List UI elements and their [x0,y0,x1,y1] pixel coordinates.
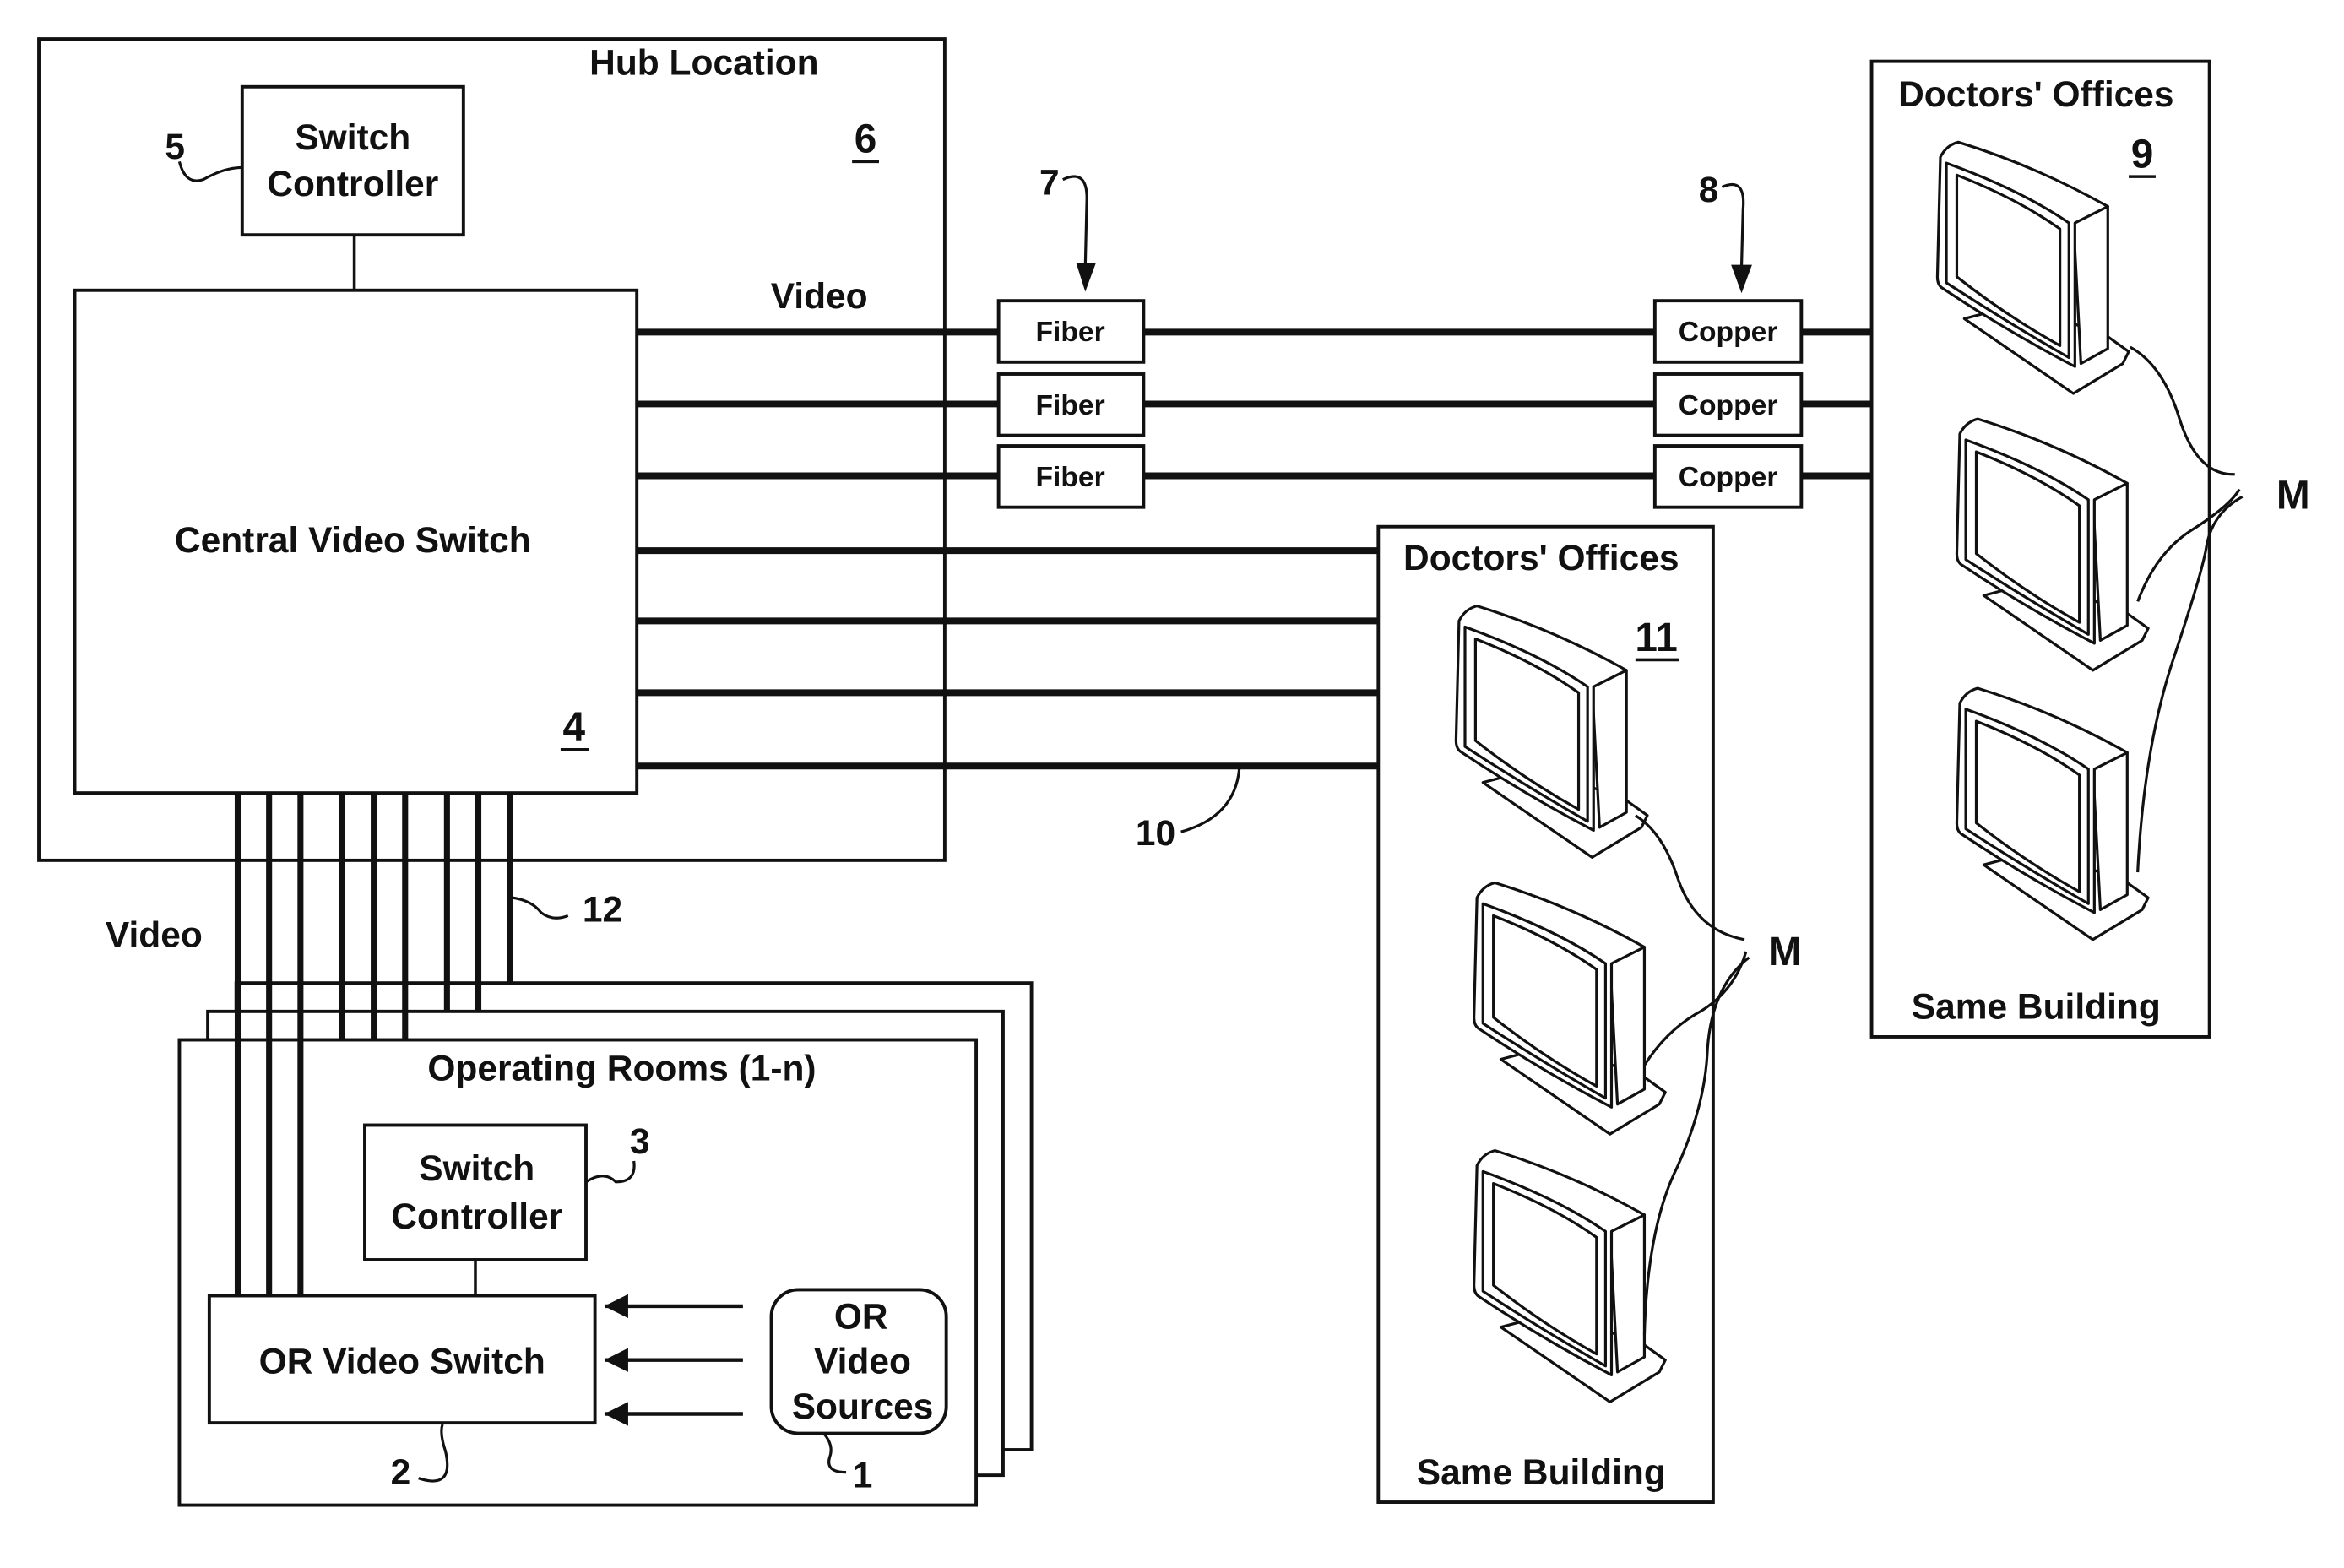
ref-3-label: 3 [630,1122,650,1162]
or-switch-controller-line1: Switch [419,1149,534,1189]
video-output-label: Video [771,277,868,317]
ref-8-label: 8 [1699,171,1719,210]
copper-converters: 8 Copper Copper Copper [1652,171,1804,509]
or-video-sources-line3: Sources [792,1387,934,1427]
fiber-box-2-label: Fiber [1036,390,1105,421]
ref-1-label: 1 [853,1456,873,1495]
ref-2-label: 2 [391,1453,411,1493]
ref-8-leader [1721,182,1745,267]
ref-4-label: 4 [563,705,586,750]
hub-ref-label: 6 [855,117,877,162]
copper-box-2-label: Copper [1679,390,1778,421]
ref-9-label: 9 [2131,132,2154,176]
ref-12-label: 12 [583,891,622,930]
doctors-offices-local-title: Doctors' Offices [1403,539,1679,578]
ref-7-label: 7 [1039,163,1060,203]
video-distribution-diagram: Hub Location 6 Switch Controller 5 Centr… [37,37,2310,1507]
copper-box-1-label: Copper [1679,317,1778,348]
fiber-box-3-label: Fiber [1036,462,1105,493]
or-video-switch-label: OR Video Switch [259,1343,545,1382]
ref-7-leader [1062,175,1088,267]
operating-rooms: Operating Rooms (1-n) Switch Controller … [177,981,1034,1507]
fiber-box-1-label: Fiber [1036,317,1105,348]
doctors-offices-local: Doctors' Offices 11 M Same Building [1376,524,1802,1504]
trunk-video-label: Video [106,916,203,956]
or-switch-controller[interactable] [363,1123,588,1261]
ref-12-leader [512,896,569,920]
doctors-offices-remote: Doctors' Offices 9 M Same Building [1869,59,2310,1039]
or-video-sources-line1: OR [834,1297,888,1337]
fiber-converters: 7 Fiber Fiber Fiber [996,163,1146,509]
hub-location: Hub Location 6 Switch Controller 5 Centr… [37,37,947,862]
doctors-offices-local-footer: Same Building [1417,1453,1666,1493]
or-video-sources-line2: Video [814,1343,911,1382]
ref-8-arrow-icon [1731,264,1752,294]
monitor-label-remote: M [2276,473,2310,518]
operating-rooms-title: Operating Rooms (1-n) [427,1049,816,1088]
ref-11-label: 11 [1635,616,1678,660]
ref-10-label: 10 [1136,814,1175,854]
hub-switch-controller-line2: Controller [267,165,438,204]
ref-5-label: 5 [165,128,185,167]
copper-box-3-label: Copper [1679,462,1778,493]
central-video-switch-label: Central Video Switch [175,521,531,561]
ref-10-leader [1180,768,1241,833]
monitor-label-local: M [1768,930,1802,974]
hub-switch-controller-line1: Switch [295,118,410,158]
doctors-offices-remote-footer: Same Building [1912,988,2161,1028]
hub-switch-controller[interactable] [240,84,465,237]
ref-7-arrow-icon [1076,263,1096,292]
doctors-offices-remote-title: Doctors' Offices [1898,75,2173,115]
hub-location-title: Hub Location [589,44,818,84]
or-switch-controller-line2: Controller [391,1197,562,1237]
